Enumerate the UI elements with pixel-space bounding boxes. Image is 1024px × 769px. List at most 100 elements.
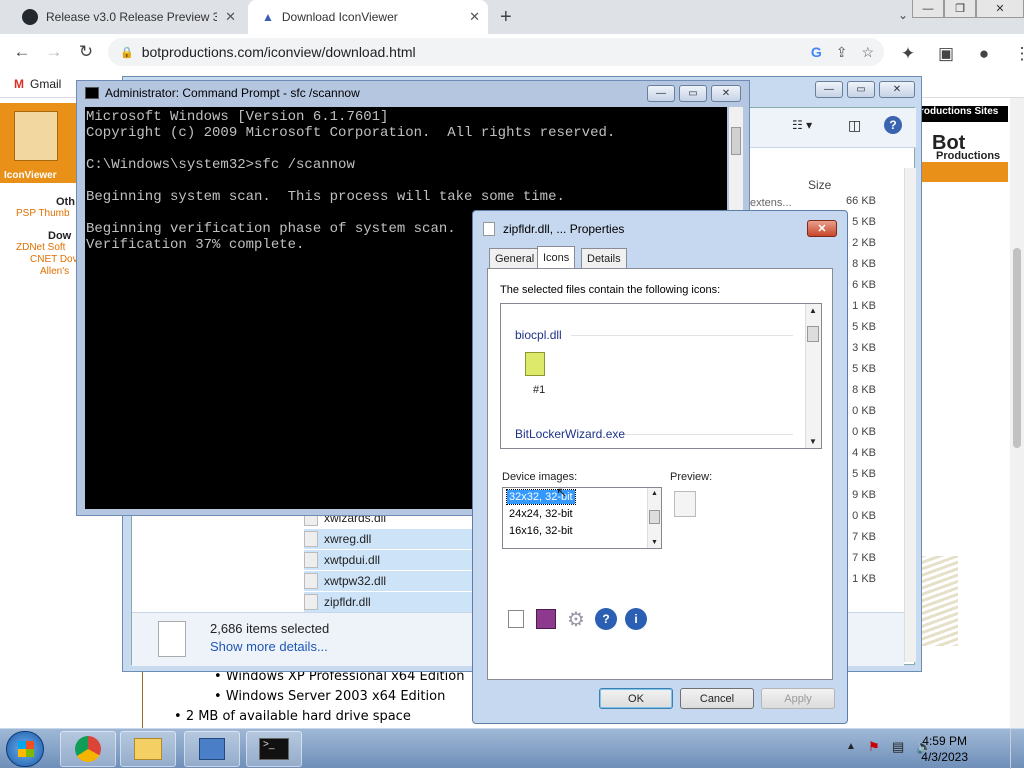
site-favicon-icon: ▲ — [262, 10, 274, 24]
taskbar-explorer[interactable] — [120, 731, 176, 767]
save-icon[interactable] — [534, 607, 558, 631]
icon-list[interactable]: biocpl.dll #1 BitLockerWizard.exe ▲ ▼ — [500, 303, 822, 449]
download-heading: Dow — [48, 230, 72, 242]
show-more-details-link[interactable]: Show more details... — [210, 639, 328, 654]
tab-search-chevron-icon[interactable]: ⌄ — [898, 8, 908, 22]
icon-list-scrollbar[interactable]: ▲ ▼ — [805, 304, 821, 448]
browser-tab-bar: Release v3.0 Release Preview 3 · I ✕ ▲ D… — [0, 0, 1024, 34]
minimize-button[interactable]: — — [912, 0, 944, 18]
scroll-up-icon[interactable]: ▲ — [651, 490, 658, 497]
close-button[interactable]: ✕ — [711, 85, 741, 102]
view-options-icon[interactable]: ☷ ▾ — [792, 118, 812, 132]
show-desktop-button[interactable] — [1010, 729, 1024, 769]
close-tab-icon[interactable]: ✕ — [469, 9, 480, 25]
share-icon[interactable]: ⇪ — [836, 44, 848, 61]
file-list-scrollbar[interactable] — [904, 168, 916, 662]
taskbar-cmd[interactable]: >_ — [246, 731, 302, 767]
file-group-header: BitLockerWizard.exe — [515, 427, 626, 441]
orange-strip — [922, 162, 1008, 182]
minimize-button[interactable]: — — [815, 81, 843, 98]
close-button[interactable]: ✕ — [807, 220, 837, 237]
gmail-icon: M — [14, 76, 24, 91]
clock-time: 4:59 PM — [922, 734, 967, 748]
minimize-button[interactable]: — — [647, 85, 675, 102]
scrollbar-thumb[interactable] — [1013, 248, 1021, 448]
forward-arrow-icon[interactable]: → — [38, 36, 70, 68]
settings-gear-icon[interactable]: ⚙ — [564, 607, 588, 631]
reload-icon[interactable]: ↻ — [70, 36, 102, 68]
scrollbar-thumb[interactable] — [807, 326, 819, 342]
scroll-up-icon[interactable]: ▲ — [809, 306, 817, 315]
show-hidden-icons-icon[interactable]: ▲ — [846, 741, 856, 752]
file-row[interactable]: xwtpdui.dll — [304, 550, 474, 570]
copy-icon[interactable] — [504, 607, 528, 631]
cancel-button[interactable]: Cancel — [680, 688, 754, 709]
tab-release-preview[interactable]: Release v3.0 Release Preview 3 · I ✕ — [8, 0, 244, 34]
file-row[interactable]: zipfldr.dll — [304, 592, 474, 612]
file-row[interactable]: xwreg.dll — [304, 529, 474, 549]
console-line: Beginning system scan. This process will… — [86, 189, 565, 205]
help-icon[interactable]: ? — [884, 116, 902, 134]
device-image-item[interactable]: 16x16, 32-bit — [507, 524, 575, 538]
tab-icons[interactable]: Icons — [537, 246, 576, 269]
close-window-button[interactable]: ✕ — [976, 0, 1024, 18]
tab-title: Download IconViewer — [281, 10, 398, 24]
new-tab-button[interactable]: + — [500, 6, 512, 29]
device-images-list[interactable]: 32x32, 32-bit 24x24, 32-bit 16x16, 32-bi… — [502, 487, 662, 549]
page-scrollbar[interactable] — [1010, 98, 1024, 728]
fingerprint-icon[interactable] — [525, 352, 545, 376]
tab-details[interactable]: Details — [581, 248, 627, 268]
help-icon[interactable]: ? — [594, 607, 618, 631]
profile-avatar-icon[interactable]: ● — [968, 38, 1000, 70]
preview-pane-icon[interactable]: ◫ — [848, 117, 861, 134]
taskbar: >_ ▲ ⚑ ▤ 🔈 4:59 PM 4/3/2023 — [0, 728, 1024, 769]
bookmark-star-icon[interactable]: ☆ — [861, 44, 874, 61]
zdnet-link[interactable]: ZDNet Soft — [16, 242, 65, 253]
tab-general[interactable]: General — [489, 248, 541, 268]
cnet-link[interactable]: CNET Dov — [30, 254, 78, 265]
icon-index-label: #1 — [533, 384, 546, 396]
maximize-button[interactable]: ▭ — [847, 81, 875, 98]
action-center-flag-icon[interactable]: ⚑ — [868, 739, 880, 755]
dll-file-icon — [304, 552, 318, 568]
scroll-down-icon[interactable]: ▼ — [651, 539, 658, 546]
network-icon[interactable]: ▤ — [892, 739, 904, 755]
allens-link[interactable]: Allen's — [40, 266, 69, 277]
close-tab-icon[interactable]: ✕ — [225, 9, 236, 25]
device-image-item[interactable]: 24x24, 32-bit — [507, 507, 575, 521]
back-arrow-icon[interactable]: ← — [6, 36, 38, 68]
restore-button[interactable]: ❐ — [944, 0, 976, 18]
bookmark-gmail[interactable]: Gmail — [30, 77, 61, 91]
dll-file-icon — [304, 573, 318, 589]
scroll-down-icon[interactable]: ▼ — [809, 437, 817, 446]
psp-thumb-link[interactable]: PSP Thumb — [16, 208, 70, 219]
menu-kebab-icon[interactable]: ⋮ — [1006, 38, 1024, 70]
address-bar[interactable]: 🔒 botproductions.com/iconview/download.h… — [108, 38, 884, 66]
selected-count: 2,686 items selected — [210, 621, 330, 636]
browser-toolbar: ← → ↻ 🔒 botproductions.com/iconview/down… — [0, 34, 1024, 70]
icons-intro-text: The selected files contain the following… — [500, 284, 721, 296]
taskbar-control-panel[interactable] — [184, 731, 240, 767]
console-line: Microsoft Windows [Version 6.1.7601] — [86, 109, 389, 125]
info-icon[interactable]: i — [624, 607, 648, 631]
google-g-icon[interactable]: G — [811, 44, 822, 61]
side-panel-icon[interactable]: ▣ — [930, 38, 962, 70]
system-clock[interactable]: 4:59 PM 4/3/2023 — [921, 733, 968, 765]
scrollbar-thumb[interactable] — [731, 127, 741, 155]
taskbar-chrome[interactable] — [60, 731, 116, 767]
ok-button[interactable]: OK — [599, 688, 673, 709]
file-row[interactable]: xwtpw32.dll — [304, 571, 474, 591]
device-list-scrollbar[interactable]: ▲ ▼ — [647, 488, 661, 548]
extensions-puzzle-icon[interactable]: ✦ — [892, 38, 924, 70]
iconviewer-logo[interactable]: IconViewer — [0, 103, 76, 183]
apply-button[interactable]: Apply — [761, 688, 835, 709]
size-column-header[interactable]: Size — [808, 178, 831, 192]
cmd-icon — [85, 87, 99, 99]
chrome-icon — [75, 736, 101, 762]
start-button[interactable] — [6, 731, 44, 767]
close-button[interactable]: ✕ — [879, 81, 915, 98]
tab-download-iconviewer[interactable]: ▲ Download IconViewer ✕ — [248, 0, 488, 34]
scrollbar-thumb[interactable] — [649, 510, 660, 524]
maximize-button[interactable]: ▭ — [679, 85, 707, 102]
